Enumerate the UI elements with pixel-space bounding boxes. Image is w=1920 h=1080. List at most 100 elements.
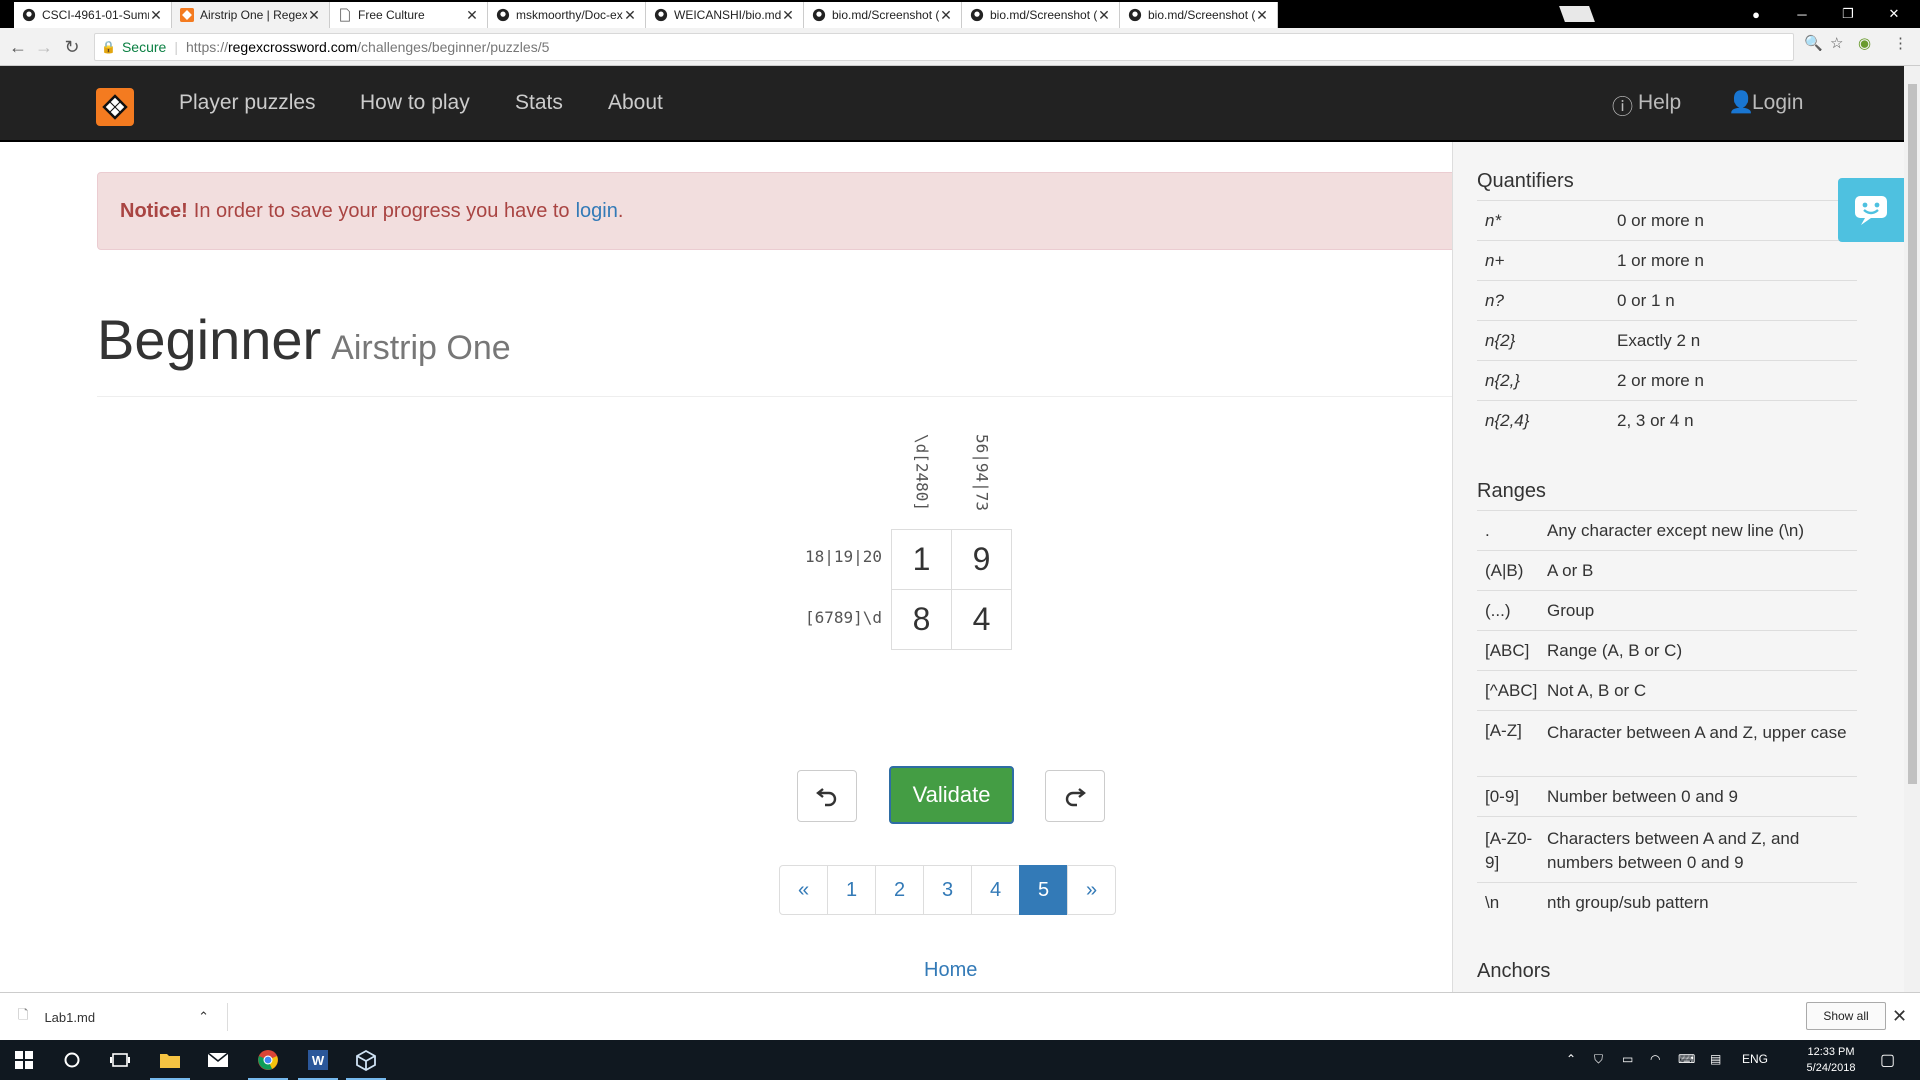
mail-icon xyxy=(207,1052,229,1067)
grid-cell-r1c2[interactable]: 9 xyxy=(951,529,1012,590)
windows-taskbar: W ⌃ ⛉ ▭ ◠ ⌨ ▤ ENG 12:33 PM 5/24/2018 ▢ xyxy=(0,1040,1920,1080)
reload-icon[interactable]: ↻ xyxy=(62,37,82,57)
nav-player-puzzles[interactable]: Player puzzles xyxy=(179,91,316,115)
grid-cell-r2c1[interactable]: 8 xyxy=(891,589,952,650)
tab-screenshot-982[interactable]: bio.md/Screenshot (982) ✕ xyxy=(804,2,962,28)
close-window-button[interactable]: ✕ xyxy=(1872,0,1916,28)
tab-doc-ex1[interactable]: mskmoorthy/Doc-ex1 ✕ xyxy=(488,2,646,28)
undo-button[interactable] xyxy=(797,770,857,822)
mail-button[interactable] xyxy=(194,1040,242,1080)
pagination-page-5[interactable]: 5 xyxy=(1019,865,1068,915)
close-tab-icon[interactable]: ✕ xyxy=(623,7,637,24)
cheatsheet-row: [^ABC] Not A, B or C xyxy=(1477,670,1857,710)
search-button[interactable] xyxy=(48,1040,96,1080)
start-button[interactable] xyxy=(0,1040,48,1080)
user-icon[interactable]: 👤 xyxy=(1728,91,1754,115)
file-explorer-button[interactable] xyxy=(146,1040,194,1080)
tab-regex-crossword[interactable]: Airstrip One | Regex Cros ✕ xyxy=(172,2,330,28)
language-indicator[interactable]: ENG xyxy=(1742,1052,1768,1066)
close-tab-icon[interactable]: ✕ xyxy=(1255,7,1269,24)
grid-cell-r1c1[interactable]: 1 xyxy=(891,529,952,590)
virtualbox-button[interactable] xyxy=(342,1040,390,1080)
show-all-button[interactable]: Show all xyxy=(1806,1002,1886,1030)
pagination-page-2[interactable]: 2 xyxy=(875,865,924,915)
cheatsheet-row: [A-Z0-9] Characters between A and Z, and … xyxy=(1477,816,1857,882)
svg-text:W: W xyxy=(312,1053,325,1068)
pagination-page-1[interactable]: 1 xyxy=(827,865,876,915)
cube-icon xyxy=(356,1049,376,1071)
tab-screenshot-981[interactable]: bio.md/Screenshot (981) ✕ xyxy=(1120,2,1278,28)
close-tab-icon[interactable]: ✕ xyxy=(1097,7,1111,24)
close-tab-icon[interactable]: ✕ xyxy=(149,7,163,24)
grid-cell-r2c2[interactable]: 4 xyxy=(951,589,1012,650)
battery-icon[interactable]: ▭ xyxy=(1622,1052,1633,1066)
tab-screenshot-980[interactable]: bio.md/Screenshot (980) ✕ xyxy=(962,2,1120,28)
chevron-up-icon[interactable]: ⌃ xyxy=(1566,1052,1576,1066)
close-tab-icon[interactable]: ✕ xyxy=(939,7,953,24)
validate-button[interactable]: Validate xyxy=(889,766,1014,824)
nav-help[interactable]: Help xyxy=(1638,91,1681,115)
github-icon xyxy=(812,8,826,22)
chrome-button[interactable] xyxy=(244,1040,292,1080)
zoom-icon[interactable]: 🔍 xyxy=(1804,34,1823,52)
tab-weicanshi-bio[interactable]: WEICANSHI/bio.md ✕ xyxy=(646,2,804,28)
github-icon xyxy=(22,8,36,22)
chat-widget-button[interactable] xyxy=(1838,178,1904,242)
nav-about[interactable]: About xyxy=(608,91,663,115)
cheatsheet-row: n? 0 or 1 n xyxy=(1477,280,1857,320)
help-icon[interactable]: ⓘ xyxy=(1612,91,1633,121)
document-icon xyxy=(338,8,352,22)
pagination-prev[interactable]: « xyxy=(779,865,828,915)
notice-end: . xyxy=(617,199,624,222)
address-bar[interactable]: 🔒 Secure | https:// regexcrossword.com /… xyxy=(94,33,1794,61)
keyboard-icon[interactable]: ⌨ xyxy=(1678,1052,1695,1066)
scrollbar-thumb[interactable] xyxy=(1908,84,1917,784)
redo-button[interactable] xyxy=(1045,770,1105,822)
page-scrollbar[interactable] xyxy=(1904,66,1920,992)
menu-icon[interactable]: ⋮ xyxy=(1893,34,1908,52)
cheatsheet-row: [ABC] Range (A, B or C) xyxy=(1477,630,1857,670)
notice-strong: Notice! xyxy=(120,199,188,222)
pagination-page-3[interactable]: 3 xyxy=(923,865,972,915)
nav-stats[interactable]: Stats xyxy=(515,91,563,115)
close-tab-icon[interactable]: ✕ xyxy=(465,7,479,24)
maximize-button[interactable]: ❐ xyxy=(1826,0,1870,28)
back-icon[interactable]: ← xyxy=(8,37,28,57)
pagination-page-4[interactable]: 4 xyxy=(971,865,1020,915)
system-clock[interactable]: 12:33 PM 5/24/2018 xyxy=(1792,1044,1870,1076)
close-tab-icon[interactable]: ✕ xyxy=(307,7,321,24)
new-tab-button[interactable] xyxy=(1559,6,1595,22)
extension-icon[interactable]: ◉ xyxy=(1858,34,1871,52)
notice-login-link[interactable]: login xyxy=(576,200,618,223)
defender-icon[interactable]: ⛉ xyxy=(1594,1052,1603,1067)
close-tab-icon[interactable]: ✕ xyxy=(781,7,795,24)
tab-csci[interactable]: CSCI-4961-01-Summer-2 ✕ xyxy=(14,2,172,28)
separator: | xyxy=(174,39,178,55)
wifi-icon[interactable]: ◠ xyxy=(1650,1052,1660,1066)
cheatsheet-row: n{2,4} 2, 3 or 4 n xyxy=(1477,400,1857,440)
bookmark-star-icon[interactable]: ☆ xyxy=(1830,34,1843,52)
nav-how-to-play[interactable]: How to play xyxy=(360,91,470,115)
pagination-next[interactable]: » xyxy=(1067,865,1116,915)
task-view-button[interactable] xyxy=(96,1040,144,1080)
downloads-bar: 🗋 Lab1.md ⌃ Show all ✕ xyxy=(0,992,1920,1040)
page-title: Beginner xyxy=(97,308,322,371)
home-link[interactable]: Home xyxy=(924,959,977,982)
folder-icon xyxy=(160,1054,180,1068)
word-button[interactable]: W xyxy=(294,1040,342,1080)
pagination: « 1 2 3 4 5 » xyxy=(779,865,1116,915)
site-logo[interactable] xyxy=(96,88,134,126)
nav-login[interactable]: Login xyxy=(1752,91,1803,115)
anchors-title: Anchors xyxy=(1477,960,1551,982)
close-downloads-icon[interactable]: ✕ xyxy=(1892,1006,1907,1027)
tab-free-culture[interactable]: Free Culture ✕ xyxy=(330,2,488,28)
profile-icon[interactable]: ● xyxy=(1734,0,1778,28)
minimize-button[interactable]: ─ xyxy=(1780,0,1824,28)
download-item[interactable]: 🗋 Lab1.md ⌃ xyxy=(18,1003,228,1031)
regex-cheatsheet-panel: Quantifiers n* 0 or more n n+ 1 or more n … xyxy=(1452,142,1904,992)
file-icon: 🗋 xyxy=(18,1007,29,1022)
display-icon[interactable]: ▤ xyxy=(1710,1052,1721,1066)
notifications-icon[interactable]: ▢ xyxy=(1880,1050,1895,1070)
forward-icon[interactable]: → xyxy=(34,37,54,57)
chevron-up-icon[interactable]: ⌃ xyxy=(198,1009,209,1025)
